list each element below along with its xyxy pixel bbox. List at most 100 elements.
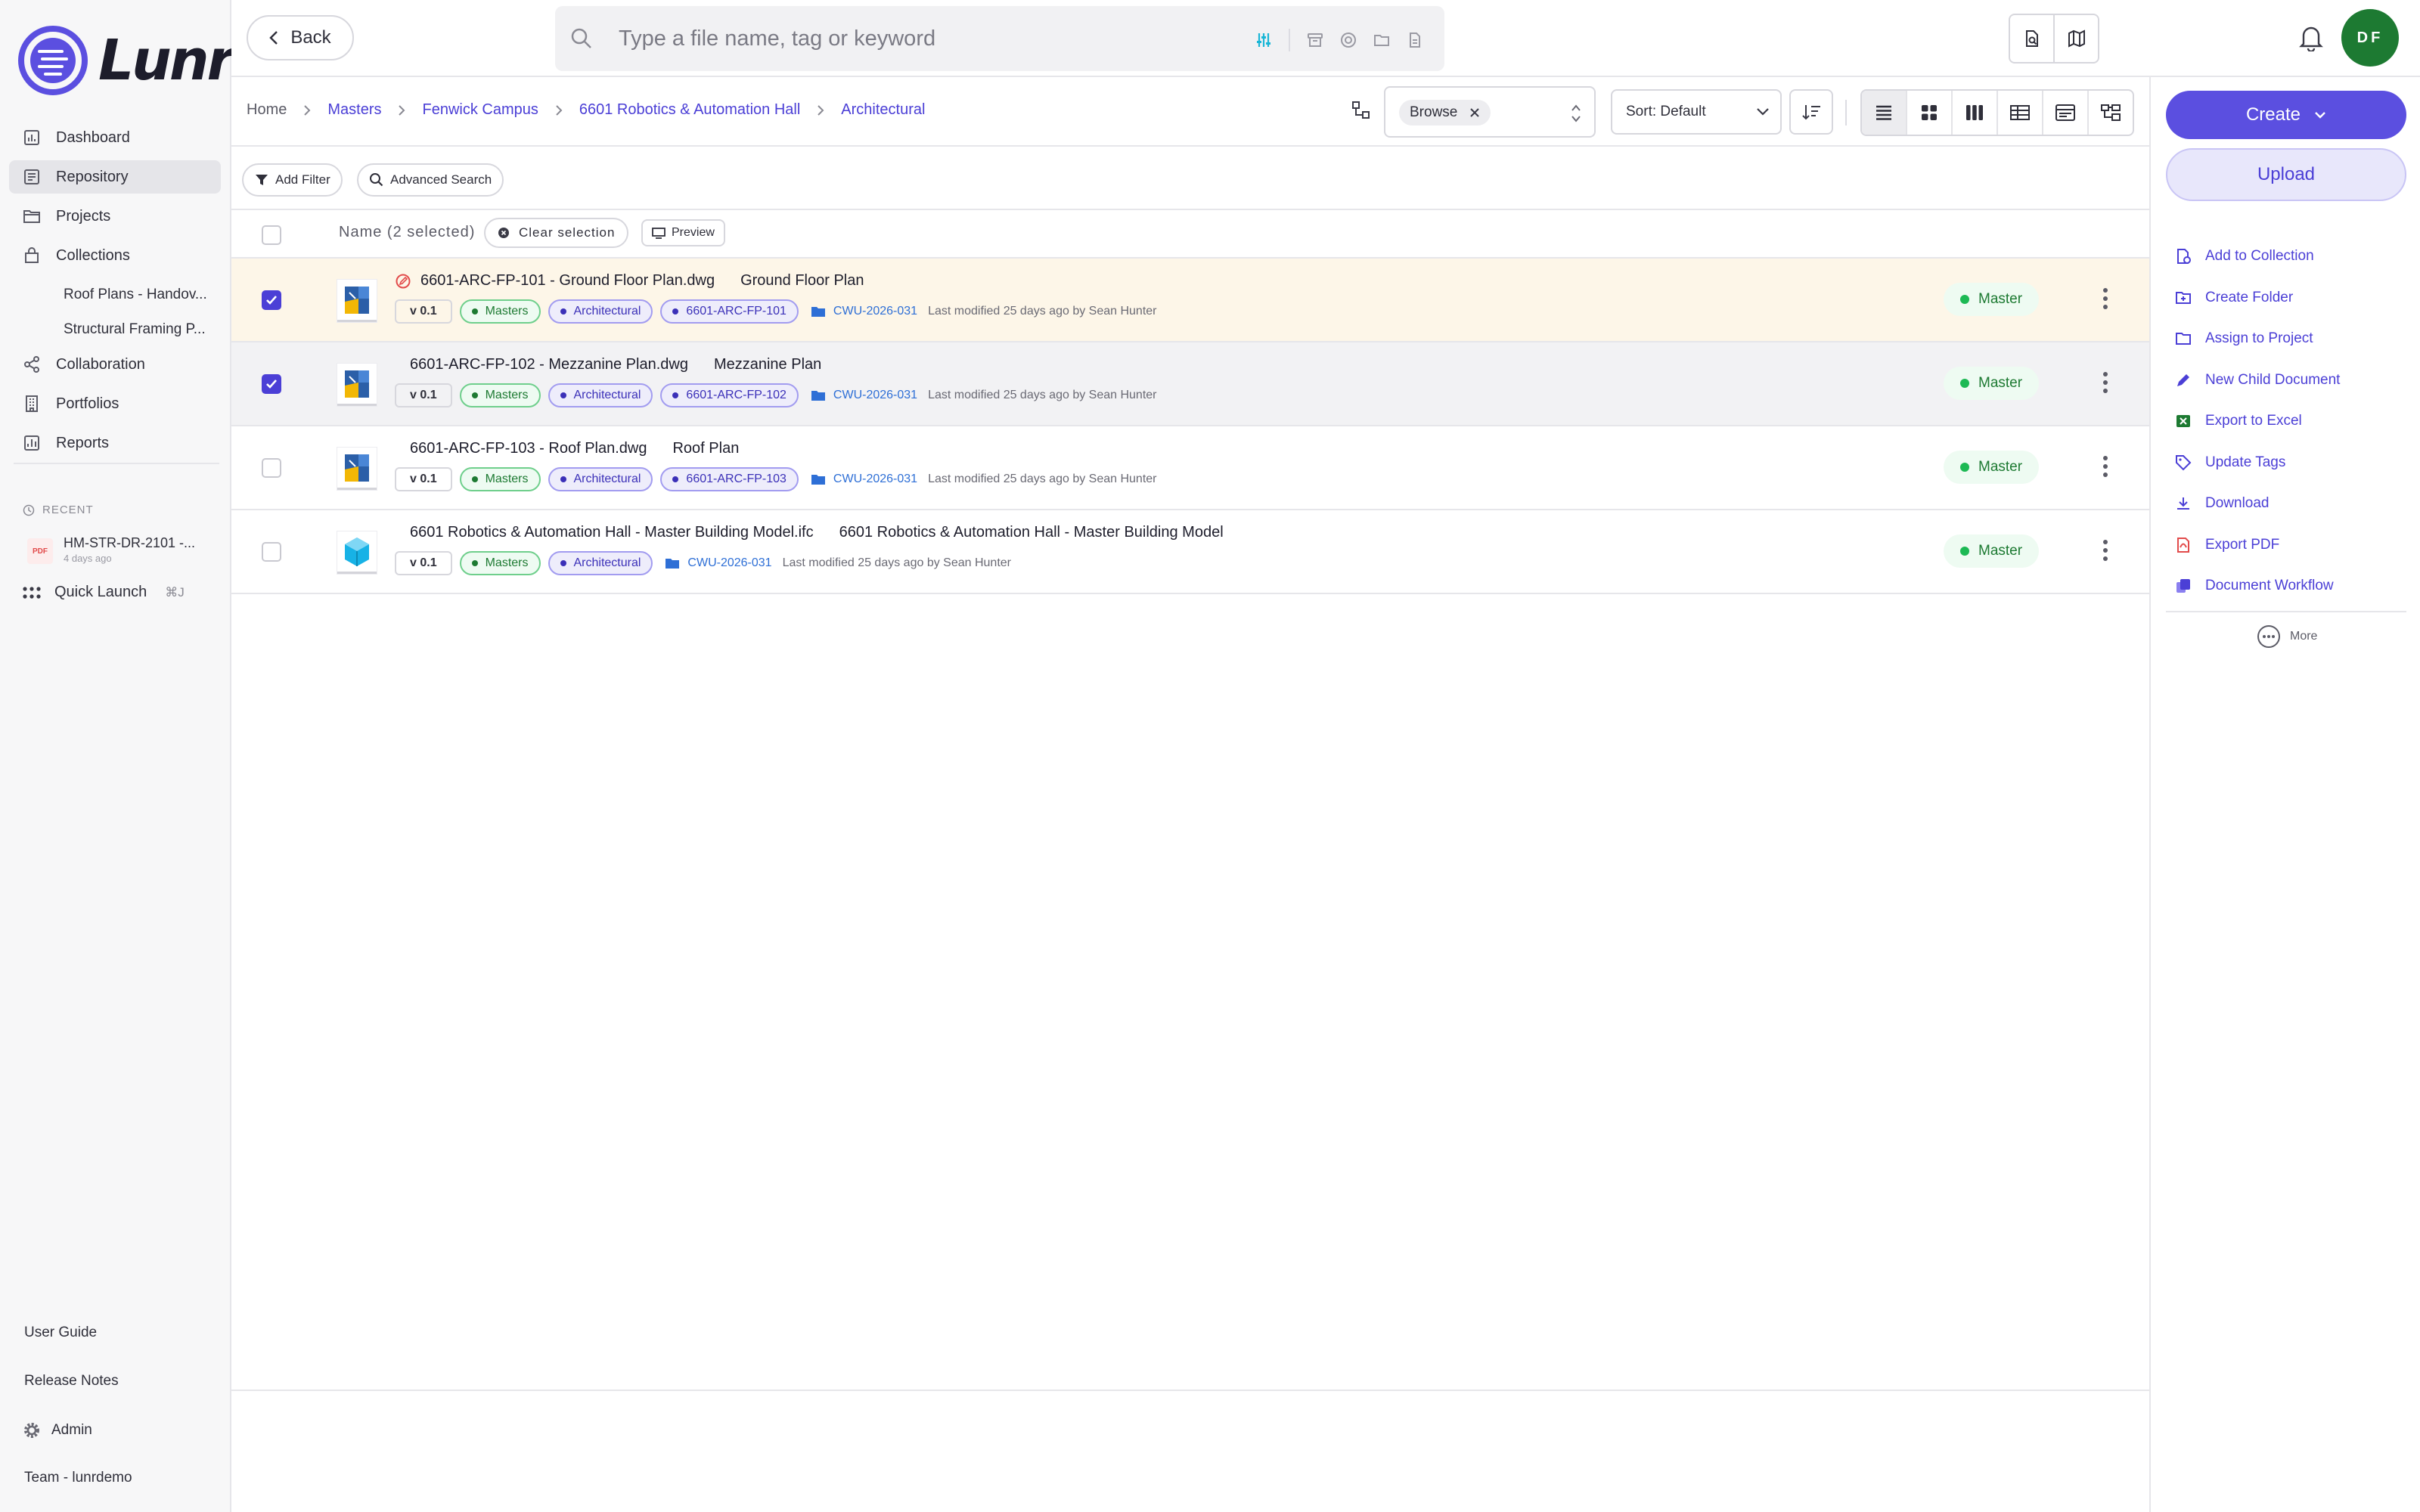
clear-selection-button[interactable]: Clear selection <box>484 218 629 248</box>
sidebar-item-dashboard[interactable]: Dashboard <box>9 121 221 154</box>
list-view-button[interactable] <box>1862 91 1907 135</box>
folder-link[interactable]: CWU-2026-031 <box>811 305 917 318</box>
breadcrumb-item[interactable]: Fenwick Campus <box>422 101 538 119</box>
tag-chip[interactable]: 6601-ARC-FP-103 <box>660 467 799 491</box>
folder-link[interactable]: CWU-2026-031 <box>665 556 772 570</box>
team-switcher[interactable]: Team - lunrdemo <box>24 1470 132 1486</box>
table-row[interactable]: 6601-ARC-FP-103 - Roof Plan.dwg Roof Pla… <box>231 426 2149 510</box>
document-search-button[interactable] <box>2010 15 2055 62</box>
breadcrumb-item[interactable]: Home <box>247 101 287 119</box>
sliders-icon[interactable] <box>1255 32 1272 48</box>
action-export-to-excel[interactable]: Export to Excel <box>2175 401 2340 442</box>
sort-direction-button[interactable] <box>1789 89 1833 135</box>
map-button[interactable] <box>2055 15 2098 62</box>
sidebar-collection-item[interactable]: Structural Framing P... <box>9 313 221 346</box>
back-button[interactable]: Back <box>247 15 354 60</box>
tag-chip[interactable]: Masters <box>459 467 541 491</box>
column-view-button[interactable] <box>1953 91 1998 135</box>
action-update-tags[interactable]: Update Tags <box>2175 442 2340 484</box>
version-badge[interactable]: v 0.1 <box>395 467 452 491</box>
tag-chip[interactable]: Masters <box>459 299 541 324</box>
target-icon[interactable] <box>1340 32 1357 48</box>
preview-button[interactable]: Preview <box>641 219 725 246</box>
select-all-checkbox[interactable] <box>262 225 281 245</box>
recent-item[interactable]: PDF HM-STR-DR-2101 -... 4 days ago <box>27 535 204 564</box>
detail-view-button[interactable] <box>2043 91 2089 135</box>
file-thumbnail[interactable] <box>337 364 377 406</box>
tag-chip[interactable]: 6601-ARC-FP-101 <box>660 299 799 324</box>
row-checkbox[interactable] <box>262 374 281 394</box>
action-download[interactable]: Download <box>2175 483 2340 525</box>
close-icon[interactable] <box>1469 107 1480 118</box>
tag-chip[interactable]: Architectural <box>548 383 653 407</box>
version-badge[interactable]: v 0.1 <box>395 383 452 407</box>
user-guide-link[interactable]: User Guide <box>24 1325 97 1341</box>
folder-icon[interactable] <box>1373 32 1390 48</box>
table-row[interactable]: 6601 Robotics & Automation Hall - Master… <box>231 510 2149 594</box>
name-column-header[interactable]: Name (2 selected) <box>339 224 475 241</box>
sidebar-item-repository[interactable]: Repository <box>9 160 221 194</box>
tag-chip[interactable]: Architectural <box>548 299 653 324</box>
breadcrumb-item[interactable]: Architectural <box>841 101 925 119</box>
action-export-pdf[interactable]: Export PDF <box>2175 525 2340 566</box>
file-thumbnail[interactable] <box>337 531 377 574</box>
sidebar-item-collections[interactable]: Collections <box>9 239 221 272</box>
tag-chip[interactable]: Masters <box>459 551 541 575</box>
folder-link[interactable]: CWU-2026-031 <box>811 389 917 402</box>
quick-launch[interactable]: Quick Launch ⌘J <box>23 584 185 601</box>
file-name[interactable]: 6601-ARC-FP-101 - Ground Floor Plan.dwg <box>420 272 715 290</box>
action-add-to-collection[interactable]: Add to Collection <box>2175 236 2340 277</box>
table-row[interactable]: 6601-ARC-FP-102 - Mezzanine Plan.dwg Mez… <box>231 342 2149 426</box>
table-row[interactable]: 6601-ARC-FP-101 - Ground Floor Plan.dwg … <box>231 259 2149 342</box>
more-button[interactable]: More <box>2257 624 2317 649</box>
search-input[interactable] <box>619 20 1163 57</box>
folder-link[interactable]: CWU-2026-031 <box>811 472 917 486</box>
sidebar-item-projects[interactable]: Projects <box>9 200 221 233</box>
file-thumbnail[interactable] <box>337 448 377 490</box>
logo[interactable]: Lunr <box>18 26 234 95</box>
add-filter-button[interactable]: Add Filter <box>242 163 343 197</box>
tag-chip[interactable]: 6601-ARC-FP-102 <box>660 383 799 407</box>
version-badge[interactable]: v 0.1 <box>395 551 452 575</box>
hierarchy-view-button[interactable] <box>2089 91 2133 135</box>
tag-chip[interactable]: Architectural <box>548 551 653 575</box>
file-name[interactable]: 6601 Robotics & Automation Hall - Master… <box>410 524 814 541</box>
action-document-workflow[interactable]: Document Workflow <box>2175 565 2340 607</box>
sort-dropdown[interactable]: Sort: Default <box>1611 89 1782 135</box>
browse-select[interactable]: Browse <box>1384 86 1596 138</box>
file-name[interactable]: 6601-ARC-FP-103 - Roof Plan.dwg <box>410 440 647 457</box>
advanced-search-button[interactable]: Advanced Search <box>357 163 504 197</box>
tag-chip[interactable]: Masters <box>459 383 541 407</box>
action-assign-to-project[interactable]: Assign to Project <box>2175 318 2340 360</box>
create-button[interactable]: Create <box>2166 91 2406 139</box>
grid-view-button[interactable] <box>1907 91 1953 135</box>
breadcrumb-item[interactable]: Masters <box>327 101 381 119</box>
row-checkbox[interactable] <box>262 290 281 310</box>
breadcrumb-item[interactable]: 6601 Robotics & Automation Hall <box>579 101 800 119</box>
version-badge[interactable]: v 0.1 <box>395 299 452 324</box>
row-checkbox[interactable] <box>262 458 281 478</box>
sidebar-item-reports[interactable]: Reports <box>9 426 221 460</box>
release-notes-link[interactable]: Release Notes <box>24 1373 119 1390</box>
sidebar-item-collaboration[interactable]: Collaboration <box>9 348 221 381</box>
document-icon[interactable] <box>1407 32 1423 48</box>
more-vertical-icon[interactable] <box>2102 455 2108 478</box>
upload-button[interactable]: Upload <box>2166 148 2406 201</box>
tree-view-icon[interactable] <box>1351 100 1372 121</box>
user-avatar[interactable]: DF <box>2341 9 2399 67</box>
table-view-button[interactable] <box>1998 91 2043 135</box>
more-vertical-icon[interactable] <box>2102 539 2108 562</box>
sidebar-item-portfolios[interactable]: Portfolios <box>9 387 221 420</box>
file-thumbnail[interactable] <box>337 280 377 322</box>
tag-chip[interactable]: Architectural <box>548 467 653 491</box>
action-new-child-document[interactable]: New Child Document <box>2175 360 2340 401</box>
row-checkbox[interactable] <box>262 542 281 562</box>
file-name[interactable]: 6601-ARC-FP-102 - Mezzanine Plan.dwg <box>410 356 688 373</box>
action-create-folder[interactable]: Create Folder <box>2175 277 2340 319</box>
more-vertical-icon[interactable] <box>2102 287 2108 310</box>
more-vertical-icon[interactable] <box>2102 371 2108 394</box>
admin-link[interactable]: Admin <box>23 1421 92 1439</box>
archive-icon[interactable] <box>1307 32 1323 48</box>
bell-icon[interactable] <box>2299 24 2323 51</box>
sidebar-collection-item[interactable]: Roof Plans - Handov... <box>9 278 221 311</box>
